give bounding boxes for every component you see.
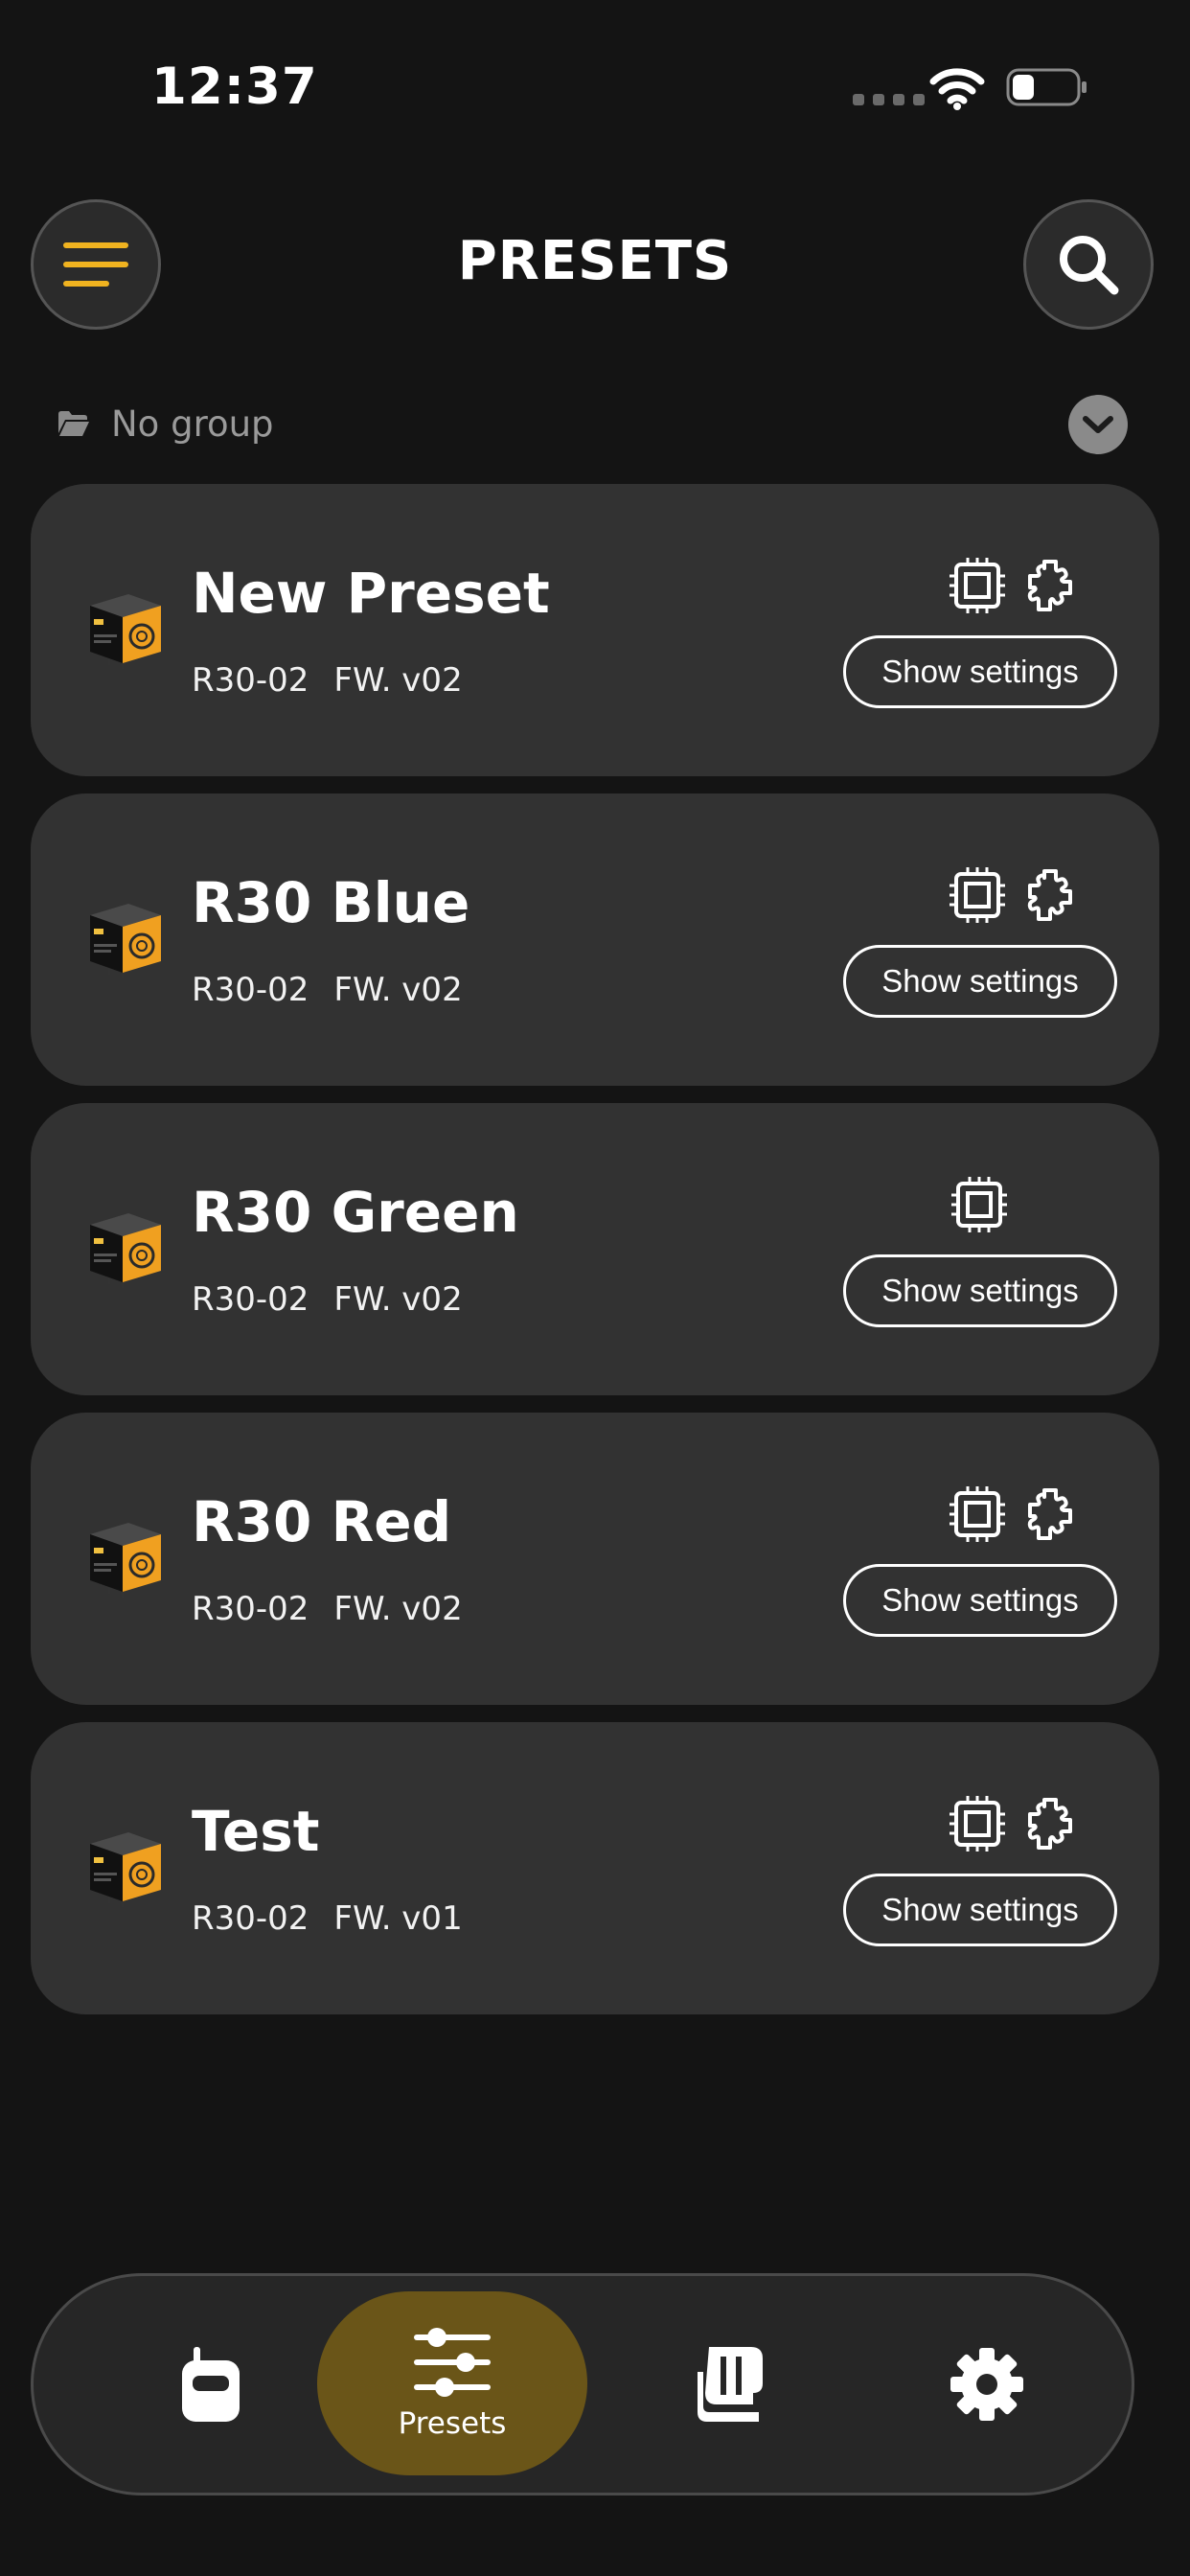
puzzle-icon [1027, 1798, 1072, 1850]
preset-card[interactable]: R30 Red R30-02 FW. v02 Show settings [31, 1413, 1159, 1705]
preset-meta: R30-02 FW. v02 [192, 1590, 463, 1628]
preset-meta: R30-02 FW. v02 [192, 661, 463, 700]
preset-name: R30 Green [192, 1180, 519, 1245]
puzzle-icon [1027, 869, 1072, 921]
search-button[interactable] [1023, 199, 1154, 330]
nav-presets-label: Presets [398, 2406, 507, 2441]
nav-item-library[interactable] [656, 2276, 800, 2493]
nav-item-devices[interactable] [139, 2276, 283, 2493]
group-selector[interactable]: No group [57, 395, 274, 452]
show-settings-button[interactable]: Show settings [843, 1874, 1117, 1946]
show-settings-button[interactable]: Show settings [843, 1564, 1117, 1637]
device-icon [90, 904, 161, 978]
bottom-nav: Presets [31, 2273, 1134, 2496]
show-settings-button[interactable]: Show settings [843, 1254, 1117, 1327]
page-title: PRESETS [457, 230, 733, 292]
status-time: 12:37 [151, 58, 318, 116]
show-settings-button[interactable]: Show settings [843, 945, 1117, 1018]
chip-icon [950, 1486, 1005, 1542]
cellular-signal-icon [853, 94, 925, 105]
radio-icon [182, 2347, 240, 2422]
puzzle-icon [1027, 1488, 1072, 1540]
device-icon [90, 1523, 161, 1598]
chevron-down-icon [1083, 416, 1113, 433]
preset-firmware: FW. v02 [333, 1280, 463, 1319]
preset-name: R30 Red [192, 1489, 452, 1554]
library-icon [698, 2347, 763, 2422]
sliders-icon [414, 2328, 491, 2397]
preset-firmware: FW. v01 [333, 1899, 463, 1938]
preset-model: R30-02 [192, 971, 309, 1009]
preset-firmware: FW. v02 [333, 661, 463, 700]
preset-card[interactable]: R30 Blue R30-02 FW. v02 Show settings [31, 794, 1159, 1086]
preset-feature-icons [949, 865, 1073, 925]
chip-icon [951, 1177, 1007, 1232]
folder-icon [58, 411, 89, 436]
preset-model: R30-02 [192, 1590, 309, 1628]
group-label: No group [111, 402, 274, 445]
preset-card[interactable]: R30 Green R30-02 FW. v02 Show settings [31, 1103, 1159, 1395]
nav-item-settings[interactable] [915, 2276, 1059, 2493]
preset-feature-icons [949, 1484, 1073, 1544]
chip-icon [950, 558, 1005, 613]
preset-meta: R30-02 FW. v02 [192, 971, 463, 1009]
preset-meta: R30-02 FW. v02 [192, 1280, 463, 1319]
device-icon [90, 1832, 161, 1907]
wifi-icon [929, 68, 985, 110]
battery-icon [1006, 68, 1087, 106]
device-icon [90, 594, 161, 669]
preset-firmware: FW. v02 [333, 971, 463, 1009]
preset-meta: R30-02 FW. v01 [192, 1899, 463, 1938]
group-expand-button[interactable] [1068, 395, 1128, 454]
preset-firmware: FW. v02 [333, 1590, 463, 1628]
preset-model: R30-02 [192, 1280, 309, 1319]
device-icon [90, 1213, 161, 1288]
preset-model: R30-02 [192, 1899, 309, 1938]
status-bar: 12:37 [0, 0, 1190, 172]
puzzle-icon [1027, 560, 1072, 611]
show-settings-button[interactable]: Show settings [843, 635, 1117, 708]
gear-icon [950, 2348, 1023, 2421]
nav-item-presets[interactable]: Presets [317, 2291, 587, 2475]
search-icon [1060, 236, 1119, 295]
preset-name: Test [192, 1799, 320, 1864]
preset-feature-icons [950, 1175, 1008, 1234]
preset-feature-icons [949, 556, 1073, 615]
chip-icon [950, 867, 1005, 923]
preset-model: R30-02 [192, 661, 309, 700]
chip-icon [950, 1796, 1005, 1852]
preset-name: R30 Blue [192, 870, 470, 935]
preset-feature-icons [949, 1794, 1073, 1853]
preset-card[interactable]: Test R30-02 FW. v01 Show settings [31, 1722, 1159, 2014]
preset-list: New Preset R30-02 FW. v02 Show settings … [31, 484, 1159, 2032]
preset-name: New Preset [192, 561, 550, 626]
preset-card[interactable]: New Preset R30-02 FW. v02 Show settings [31, 484, 1159, 776]
